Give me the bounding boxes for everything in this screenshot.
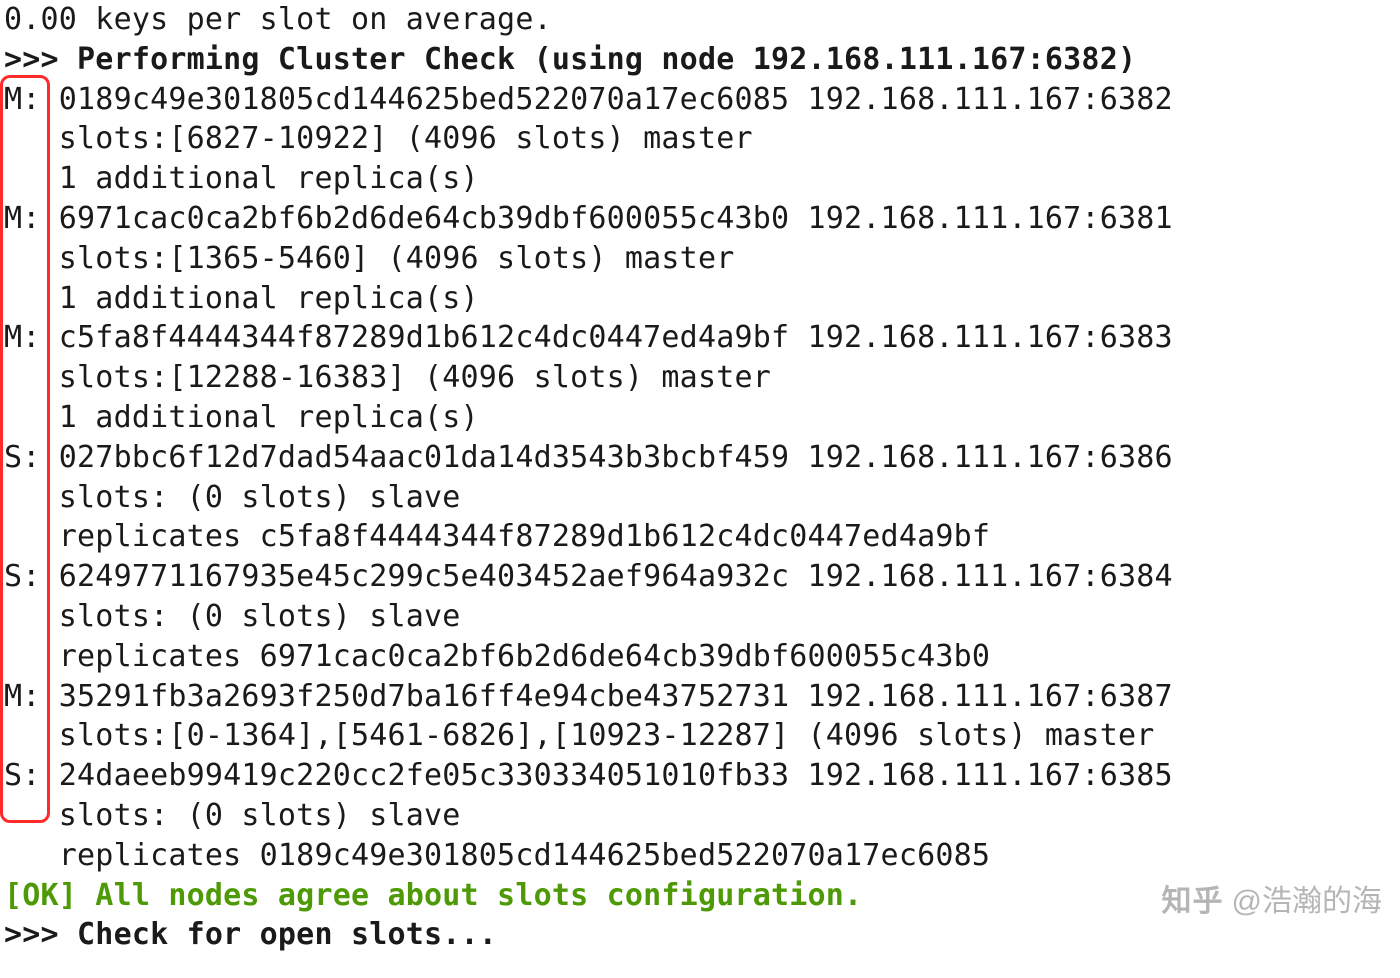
terminal-output: 0.00 keys per slot on average. >>> Perfo… [0, 0, 1400, 955]
